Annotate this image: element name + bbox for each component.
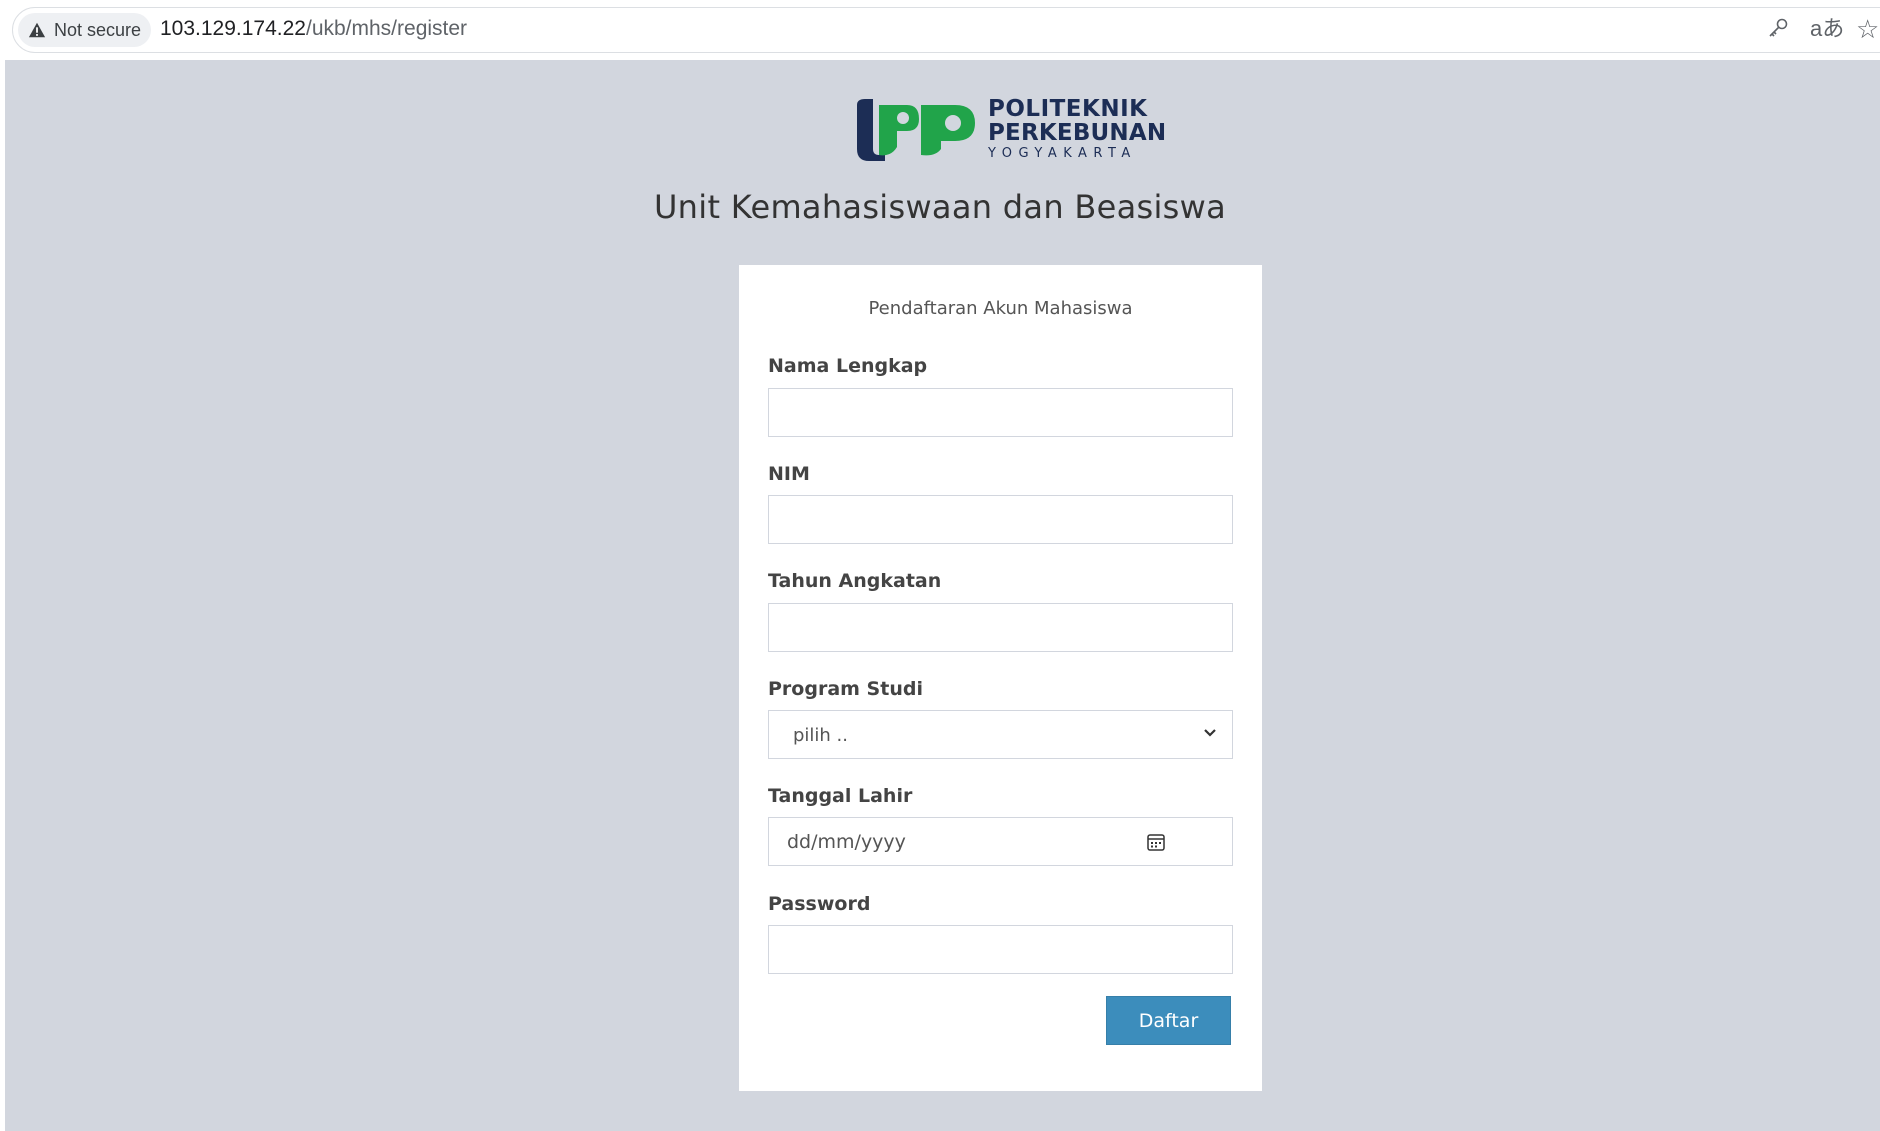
logo-wordmark: POLITEKNIK PERKEBUNAN YOGYAKARTA	[988, 97, 1166, 163]
prodi-label: Program Studi	[768, 678, 923, 700]
form-title: Pendaftaran Akun Mahasiswa	[868, 298, 1133, 319]
security-label: Not secure	[54, 19, 142, 40]
url-text[interactable]: 103.129.174.22/ukb/mhs/register	[160, 17, 467, 41]
security-indicator[interactable]: Not secure	[18, 13, 152, 47]
date-placeholder: dd/mm/yyyy	[787, 831, 906, 853]
nama-label: Nama Lengkap	[768, 355, 928, 377]
browser-toolbar: Not secure 103.129.174.22/ukb/mhs/regist…	[0, 0, 1880, 60]
tanggal-label: Tanggal Lahir	[768, 785, 913, 807]
nama-input[interactable]	[768, 388, 1233, 437]
logo-line3: YOGYAKARTA	[988, 146, 1137, 161]
translate-icon[interactable]: aあ	[1810, 16, 1844, 42]
tahun-label: Tahun Angkatan	[768, 570, 942, 592]
nim-input[interactable]	[768, 495, 1233, 544]
page-title: Unit Kemahasiswaan dan Beasiswa	[653, 188, 1227, 226]
password-input[interactable]	[768, 925, 1233, 974]
logo-line2: PERKEBUNAN	[988, 120, 1167, 146]
daftar-button[interactable]: Daftar	[1106, 996, 1231, 1045]
prodi-selected: pilih ..	[793, 725, 849, 746]
password-label: Password	[768, 893, 871, 915]
tahun-input[interactable]	[768, 603, 1233, 652]
warning-icon	[28, 22, 46, 38]
url-path: /ukb/mhs/register	[305, 17, 468, 40]
chevron-down-icon	[1204, 729, 1216, 737]
tanggal-input[interactable]: dd/mm/yyyy	[768, 817, 1233, 866]
prodi-select[interactable]: pilih ..	[768, 710, 1233, 759]
lpp-logo-mark-icon	[857, 99, 975, 161]
key-icon[interactable]	[1766, 16, 1790, 40]
nim-label: NIM	[768, 463, 810, 485]
calendar-icon[interactable]	[1146, 832, 1166, 852]
bookmark-star-icon[interactable]: ☆	[1856, 16, 1879, 42]
logo-line1: POLITEKNIK	[988, 96, 1148, 122]
url-host: 103.129.174.22	[160, 17, 306, 40]
institution-logo: POLITEKNIK PERKEBUNAN YOGYAKARTA	[855, 97, 1166, 163]
